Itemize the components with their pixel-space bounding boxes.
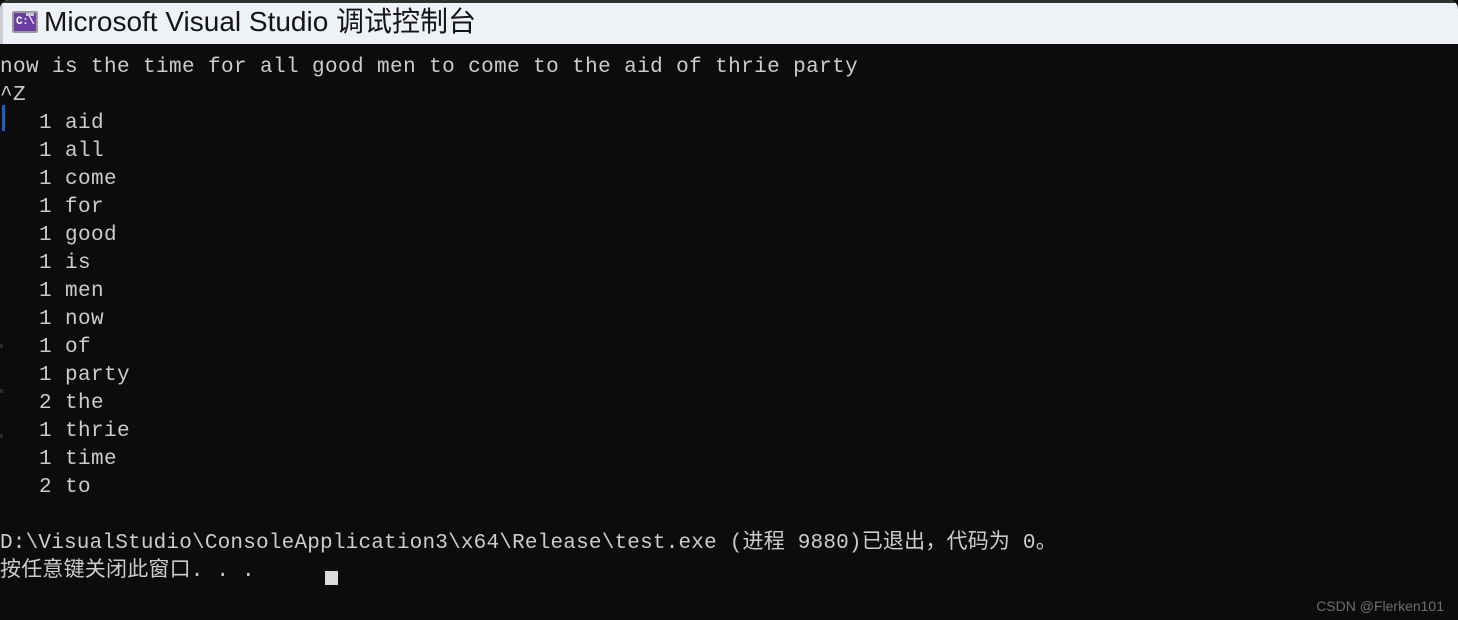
press-any-key-prompt: 按任意键关闭此窗口. . . — [0, 560, 255, 583]
word-count-row: 1 come — [0, 168, 118, 191]
console-output-area[interactable]: now is the time for all good men to come… — [0, 44, 1458, 620]
word-count-row: 1 good — [0, 224, 118, 247]
word-count-row: 1 thrie — [0, 420, 131, 443]
text-cursor — [325, 571, 338, 585]
window-border-left — [0, 3, 3, 44]
console-icon-titlebar-glyph — [26, 13, 34, 16]
word-count-row: 1 of — [0, 336, 92, 359]
watermark-text: CSDN @Flerken101 — [1316, 598, 1444, 614]
window-title: Microsoft Visual Studio 调试控制台 — [44, 6, 477, 37]
console-icon-label: C:\ — [16, 16, 35, 28]
console-app-icon: C:\ — [12, 11, 38, 33]
word-count-row: 1 men — [0, 280, 105, 303]
console-window: C:\ Microsoft Visual Studio 调试控制台 now is… — [0, 0, 1458, 620]
word-count-row: 1 is — [0, 252, 92, 275]
title-bar[interactable]: C:\ Microsoft Visual Studio 调试控制台 — [0, 0, 1458, 44]
word-count-row: 1 for — [0, 196, 105, 219]
word-count-row: 2 the — [0, 392, 105, 415]
word-count-row: 2 to — [0, 476, 92, 499]
word-count-row: 1 party — [0, 364, 131, 387]
word-count-row: 1 now — [0, 308, 105, 331]
console-eof-marker: ^Z — [0, 84, 27, 107]
process-exit-line: D:\VisualStudio\ConsoleApplication3\x64\… — [0, 532, 1057, 555]
word-count-row: 1 time — [0, 448, 118, 471]
word-count-row: 1 aid — [0, 112, 105, 135]
console-input-line: now is the time for all good men to come… — [0, 56, 859, 79]
word-count-row: 1 all — [0, 140, 105, 163]
